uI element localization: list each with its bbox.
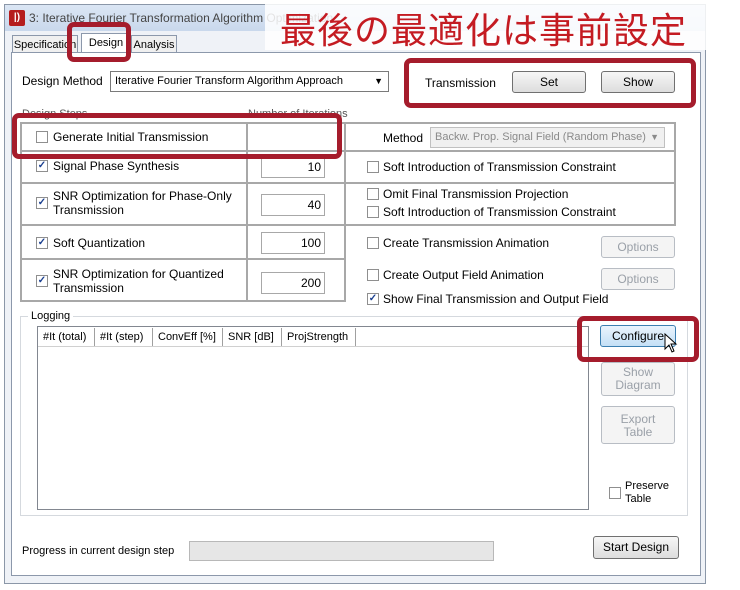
soft-intro-checkbox-2[interactable] [367,206,379,218]
annotation-text: 最後の最適化は事前設定 [280,10,688,51]
soft-intro-label-2: Soft Introduction of Transmission Constr… [383,205,616,219]
transmission-animation-checkbox[interactable] [367,237,379,249]
preserve-label-2: Table [625,493,652,505]
column-header[interactable]: #It (step) [95,328,153,346]
iterations-input-3[interactable]: 40 [261,194,325,216]
show-final-label: Show Final Transmission and Output Field [383,292,609,306]
output-animation-label: Create Output Field Animation [383,268,544,282]
show-diagram-button[interactable]: Show Diagram [601,362,675,396]
soft-intro-label-1: Soft Introduction of Transmission Constr… [383,160,616,174]
iterations-input-5[interactable]: 200 [261,272,325,294]
soft-intro-checkbox-1[interactable] [367,161,379,173]
tab-analysis[interactable]: Analysis [131,35,177,53]
preserve-table-checkbox[interactable] [609,487,621,499]
column-header[interactable]: #It (total) [38,328,95,346]
method-select[interactable]: Backw. Prop. Signal Field (Random Phase)… [430,127,665,148]
iterations-input-2[interactable]: 10 [261,156,325,178]
grid-divider-2 [344,122,346,226]
highlight-generate-initial [12,113,342,159]
preserve-label-1: Preserve [625,480,670,492]
transmission-animation-label: Create Transmission Animation [383,236,550,250]
progress-label: Progress in current design step [22,545,175,557]
omit-final-label: Omit Final Transmission Projection [383,187,569,201]
options-button-2[interactable]: Options [601,268,675,290]
output-animation-checkbox[interactable] [367,269,379,281]
chevron-down-icon: ▼ [650,132,659,142]
snr-phase-only-checkbox[interactable]: ✓ [36,197,48,209]
step-label-2: Signal Phase Synthesis [53,159,180,173]
design-method-label: Design Method [22,74,103,88]
export-table-label-2: Table [623,425,653,439]
progress-bar [189,541,494,561]
method-label: Method [383,131,424,145]
step-label-5: SNR Optimization for Quantized Transmiss… [53,267,224,295]
signal-phase-checkbox[interactable]: ✓ [36,160,48,172]
soft-quantization-checkbox[interactable]: ✓ [36,237,48,249]
column-header[interactable]: SNR [dB] [223,328,282,346]
step-label-4: Soft Quantization [53,236,146,250]
iterations-input-4[interactable]: 100 [261,232,325,254]
step-label-3: SNR Optimization for Phase-Only Transmis… [53,189,232,217]
logging-table[interactable] [37,326,589,510]
column-header[interactable]: ProjStrength [282,328,356,346]
omit-final-checkbox[interactable] [367,188,379,200]
design-method-value: Iterative Fourier Transform Algorithm Ap… [115,75,344,87]
start-design-button[interactable]: Start Design [593,536,679,559]
design-method-select[interactable]: Iterative Fourier Transform Algorithm Ap… [110,71,389,92]
snr-quantized-checkbox[interactable]: ✓ [36,275,48,287]
options-button-1[interactable]: Options [601,236,675,258]
app-icon: |) [9,10,25,26]
method-value: Backw. Prop. Signal Field (Random Phase) [435,131,646,143]
logging-label: Logging [28,310,74,322]
show-final-checkbox[interactable]: ✓ [367,293,379,305]
preserve-table-label: Preserve Table [625,480,669,506]
chevron-down-icon: ▼ [374,76,383,86]
highlight-transmission [404,58,696,108]
highlight-configure [577,316,699,362]
column-header[interactable]: ConvEff [%] [153,328,223,346]
highlight-design-tab [67,22,131,62]
show-diagram-label-2: Diagram [615,378,661,392]
export-table-button[interactable]: Export Table [601,406,675,444]
